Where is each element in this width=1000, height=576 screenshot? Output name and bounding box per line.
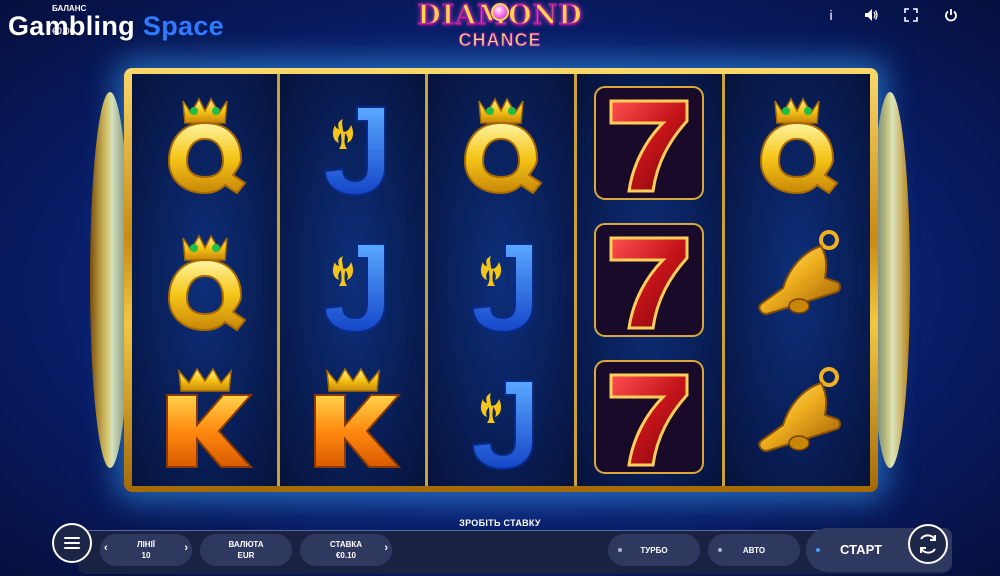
reels-area — [132, 74, 871, 486]
sound-icon[interactable] — [862, 6, 880, 24]
balance-value: €0.00 — [52, 26, 75, 36]
lines-decrease-button[interactable]: ‹ — [104, 543, 108, 554]
reel-4 — [576, 74, 722, 486]
menu-button[interactable] — [52, 523, 92, 563]
jack-symbol-icon — [441, 218, 561, 342]
king-symbol-icon — [293, 355, 413, 479]
lines-increase-button[interactable]: › — [184, 543, 188, 554]
king-symbol-icon — [145, 355, 265, 479]
seven-symbol-icon — [589, 355, 709, 479]
menu-icon-line — [64, 542, 80, 544]
game-logo: DIAMOND CHANCE — [395, 0, 605, 52]
stake-selector: СТАВКА €0.10 › — [300, 534, 392, 566]
power-icon[interactable] — [942, 6, 960, 24]
turbo-label: ТУРБО — [640, 545, 668, 555]
start-label: СТАРТ — [840, 542, 883, 557]
lines-label: ЛІНІЇ — [136, 540, 156, 549]
spin-button[interactable] — [908, 524, 948, 564]
turbo-indicator — [618, 548, 622, 552]
refresh-icon — [920, 534, 936, 554]
stake-label: СТАВКА — [329, 540, 363, 549]
currency-selector[interactable]: ВАЛЮТА EUR — [200, 534, 292, 566]
seven-symbol-icon — [589, 81, 709, 205]
info-icon[interactable]: i — [822, 6, 840, 24]
lines-value: 10 — [141, 551, 151, 560]
reel-5 — [724, 74, 871, 486]
balance-label: БАЛАНС — [52, 4, 87, 13]
queen-symbol-icon — [145, 218, 265, 342]
queen-symbol-icon — [737, 81, 857, 205]
lines-selector: ‹ ЛІНІЇ 10 › — [100, 534, 192, 566]
control-bar: ЗРОБІТЬ СТАВКУ ‹ ЛІНІЇ 10 › ВАЛЮТА EUR С… — [0, 514, 1000, 576]
currency-label: ВАЛЮТА — [228, 540, 264, 549]
jack-symbol-icon — [293, 218, 413, 342]
queen-symbol-icon — [441, 81, 561, 205]
auto-label: АВТО — [742, 545, 766, 555]
make-bet-prompt: ЗРОБІТЬ СТАВКУ — [459, 518, 541, 528]
top-toolbar: i — [822, 6, 960, 24]
bell-symbol-icon — [737, 218, 857, 342]
jack-symbol-icon — [293, 81, 413, 205]
seven-symbol-icon — [589, 218, 709, 342]
fullscreen-icon[interactable] — [902, 6, 920, 24]
reel-2 — [280, 74, 426, 486]
watermark-part2: Space — [142, 10, 224, 41]
menu-icon-line — [64, 547, 80, 549]
turbo-button[interactable]: ТУРБО — [608, 534, 700, 566]
stake-increase-button[interactable]: › — [384, 543, 388, 554]
gambling-space-watermark: Gambling Space — [8, 6, 224, 46]
auto-button[interactable]: АВТО — [708, 534, 800, 566]
menu-icon — [64, 537, 80, 539]
start-indicator — [816, 548, 820, 552]
stake-value: €0.10 — [335, 551, 357, 560]
reel-1 — [132, 74, 278, 486]
auto-indicator — [718, 548, 722, 552]
diamond-gem-icon — [491, 3, 509, 21]
logo-line2: CHANCE — [458, 30, 542, 50]
bell-symbol-icon — [737, 355, 857, 479]
currency-value: EUR — [237, 551, 255, 560]
jack-symbol-icon — [441, 355, 561, 479]
queen-symbol-icon — [145, 81, 265, 205]
reel-3 — [428, 74, 574, 486]
